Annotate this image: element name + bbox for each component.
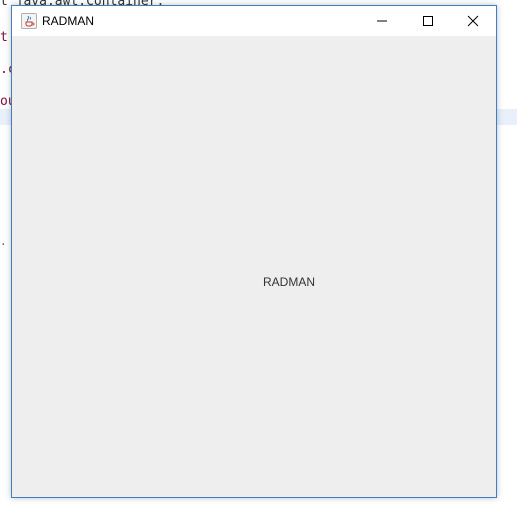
radman-label: RADMAN — [263, 275, 316, 289]
window-content-panel: RADMAN — [12, 36, 496, 497]
editor-gutter-marker: · — [0, 238, 7, 251]
java-cup-icon[interactable] — [21, 13, 37, 29]
minimize-icon — [377, 20, 387, 22]
minimize-button[interactable] — [359, 6, 405, 36]
maximize-icon — [423, 16, 433, 26]
window-title: RADMAN — [42, 14, 95, 28]
editor-line: t — [0, 30, 8, 45]
close-icon — [467, 15, 479, 27]
radman-window[interactable]: RADMAN RADMAN — [11, 5, 497, 498]
window-titlebar[interactable]: RADMAN — [12, 6, 496, 36]
maximize-button[interactable] — [405, 6, 451, 36]
close-button[interactable] — [450, 6, 496, 36]
